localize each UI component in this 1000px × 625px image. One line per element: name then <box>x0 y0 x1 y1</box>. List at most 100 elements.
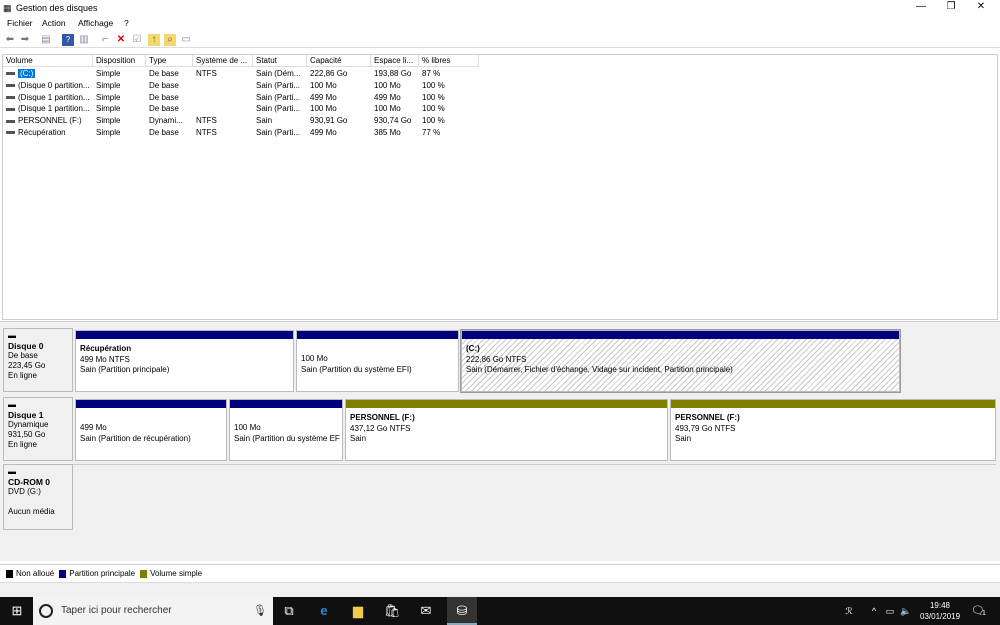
table-cell[interactable]: 100 % <box>419 80 479 91</box>
table-cell[interactable]: (Disque 0 partition... <box>3 80 93 91</box>
table-cell[interactable]: (C:) <box>3 68 93 79</box>
table-cell[interactable]: De base <box>146 127 193 138</box>
table-cell[interactable]: Sain (Parti... <box>253 127 307 138</box>
minimize-button[interactable]: — <box>906 0 936 16</box>
table-cell[interactable]: 930,74 Go <box>371 115 419 126</box>
column-header[interactable]: Capacité <box>307 55 371 67</box>
table-cell[interactable]: Sain <box>253 115 307 126</box>
close-button[interactable]: ✕ <box>966 0 996 16</box>
panel-icon[interactable]: ▥ <box>78 34 90 46</box>
maximize-button[interactable]: ❐ <box>936 0 966 16</box>
table-cell[interactable]: Simple <box>93 80 146 91</box>
partition[interactable]: (C:) 222,86 Go NTFS Sain (Démarrer, Fichie… <box>460 329 901 393</box>
partition[interactable]: 100 Mo Sain (Partition du système EF <box>229 399 343 461</box>
table-cell[interactable] <box>193 80 253 91</box>
partition[interactable]: Récupération 499 Mo NTFS Sain (Partition p… <box>75 330 294 392</box>
partition[interactable]: PERSONNEL (F:) 493,79 Go NTFS Sain <box>670 399 996 461</box>
delete-icon[interactable]: ✕ <box>115 34 127 46</box>
table-cell[interactable]: Simple <box>93 103 146 114</box>
people-icon[interactable]: ℛ <box>841 603 857 619</box>
taskbar-search[interactable]: Taper ici pour rechercher 🎙 <box>33 597 273 625</box>
microphone-icon[interactable]: 🎙 <box>253 597 267 625</box>
table-cell[interactable] <box>193 92 253 103</box>
mail-icon[interactable]: ✉ <box>418 603 434 619</box>
table-cell[interactable]: Dynami... <box>146 115 193 126</box>
task-view-icon[interactable]: ⧉ <box>281 603 297 619</box>
folder-search-icon[interactable]: ⌕ <box>164 34 176 46</box>
table-cell[interactable]: 499 Mo <box>307 127 371 138</box>
table-cell[interactable]: 100 % <box>419 103 479 114</box>
column-header[interactable]: Disposition <box>93 55 146 67</box>
table-cell[interactable]: Récupération <box>3 127 93 138</box>
table-cell[interactable]: NTFS <box>193 115 253 126</box>
table-cell[interactable]: Sain (Parti... <box>253 103 307 114</box>
help-icon[interactable]: ? <box>62 34 74 46</box>
menu-affichage[interactable]: Affichage <box>78 18 113 28</box>
column-header[interactable]: Volume <box>3 55 93 67</box>
status-bar <box>0 582 1000 597</box>
table-cell[interactable]: 193,88 Go <box>371 68 419 79</box>
forward-arrow-icon[interactable]: ➡ <box>19 34 31 46</box>
table-cell[interactable]: Sain (Parti... <box>253 80 307 91</box>
partition-type-bar <box>230 400 342 408</box>
column-header[interactable]: % libres <box>419 55 479 67</box>
table-cell[interactable]: (Disque 1 partition... <box>3 103 93 114</box>
table-cell[interactable]: 77 % <box>419 127 479 138</box>
table-cell[interactable]: 222,86 Go <box>307 68 371 79</box>
disk-management-taskbar-icon[interactable]: ⛁ <box>447 597 477 625</box>
connect-icon[interactable]: ⌐ <box>99 34 111 46</box>
table-cell[interactable]: 100 Mo <box>371 103 419 114</box>
table-cell[interactable]: De base <box>146 68 193 79</box>
properties-icon[interactable]: ☑ <box>131 34 143 46</box>
menu-fichier[interactable]: Fichier <box>7 18 33 28</box>
table-cell[interactable]: 100 Mo <box>371 80 419 91</box>
partition[interactable]: 499 Mo Sain (Partition de récupération) <box>75 399 227 461</box>
view-icon[interactable]: ▭ <box>180 34 192 46</box>
table-cell[interactable]: Simple <box>93 92 146 103</box>
windows-start-icon[interactable]: ⊞ <box>9 603 25 619</box>
table-cell[interactable]: 499 Mo <box>307 92 371 103</box>
volume-icon[interactable]: 🔈 <box>898 603 914 619</box>
menu-action[interactable]: Action <box>42 18 66 28</box>
column-header[interactable]: Système de ... <box>193 55 253 67</box>
table-cell[interactable]: De base <box>146 92 193 103</box>
table-cell[interactable]: 100 % <box>419 92 479 103</box>
table-cell[interactable]: De base <box>146 80 193 91</box>
table-cell[interactable]: 100 Mo <box>307 103 371 114</box>
partition[interactable]: PERSONNEL (F:) 437,12 Go NTFS Sain <box>345 399 668 461</box>
edge-icon[interactable]: e <box>316 603 332 619</box>
table-cell[interactable]: De base <box>146 103 193 114</box>
table-cell[interactable]: 100 % <box>419 115 479 126</box>
table-cell[interactable]: NTFS <box>193 127 253 138</box>
console-tree-icon[interactable]: ▤ <box>40 34 52 46</box>
table-cell[interactable]: PERSONNEL (F:) <box>3 115 93 126</box>
table-cell[interactable]: Simple <box>93 115 146 126</box>
table-cell[interactable]: Sain (Dém... <box>253 68 307 79</box>
store-icon[interactable]: 🛍 <box>384 603 401 619</box>
table-cell[interactable]: Simple <box>93 127 146 138</box>
show-hidden-icons[interactable]: ^ <box>866 603 882 619</box>
table-cell[interactable]: (Disque 1 partition... <box>3 92 93 103</box>
disk-label[interactable]: ▬ Disque 1 Dynamique 931,50 Go En ligne <box>3 397 73 461</box>
menu-help[interactable]: ? <box>124 18 129 28</box>
disk-label[interactable]: ▬ CD-ROM 0 DVD (G:) Aucun média <box>3 464 73 530</box>
table-cell[interactable] <box>193 103 253 114</box>
file-explorer-icon[interactable]: ▆ <box>350 603 366 619</box>
column-header[interactable]: Statut <box>253 55 307 67</box>
partition[interactable]: 100 Mo Sain (Partition du système EFI) <box>296 330 459 392</box>
back-arrow-icon[interactable]: ⬅ <box>4 34 16 46</box>
table-cell[interactable]: 87 % <box>419 68 479 79</box>
column-header[interactable]: Type <box>146 55 193 67</box>
folder-up-icon[interactable]: ↑ <box>148 34 160 46</box>
table-cell[interactable]: Sain (Parti... <box>253 92 307 103</box>
table-cell[interactable]: 385 Mo <box>371 127 419 138</box>
table-cell[interactable]: Simple <box>93 68 146 79</box>
column-header[interactable]: Espace li... <box>371 55 419 67</box>
clock[interactable]: 19:48 03/01/2019 <box>920 600 960 622</box>
network-icon[interactable]: ▭ <box>882 603 898 619</box>
disk-label[interactable]: ▬ Disque 0 De base 223,45 Go En ligne <box>3 328 73 392</box>
table-cell[interactable]: 100 Mo <box>307 80 371 91</box>
table-cell[interactable]: 930,91 Go <box>307 115 371 126</box>
table-cell[interactable]: NTFS <box>193 68 253 79</box>
table-cell[interactable]: 499 Mo <box>371 92 419 103</box>
